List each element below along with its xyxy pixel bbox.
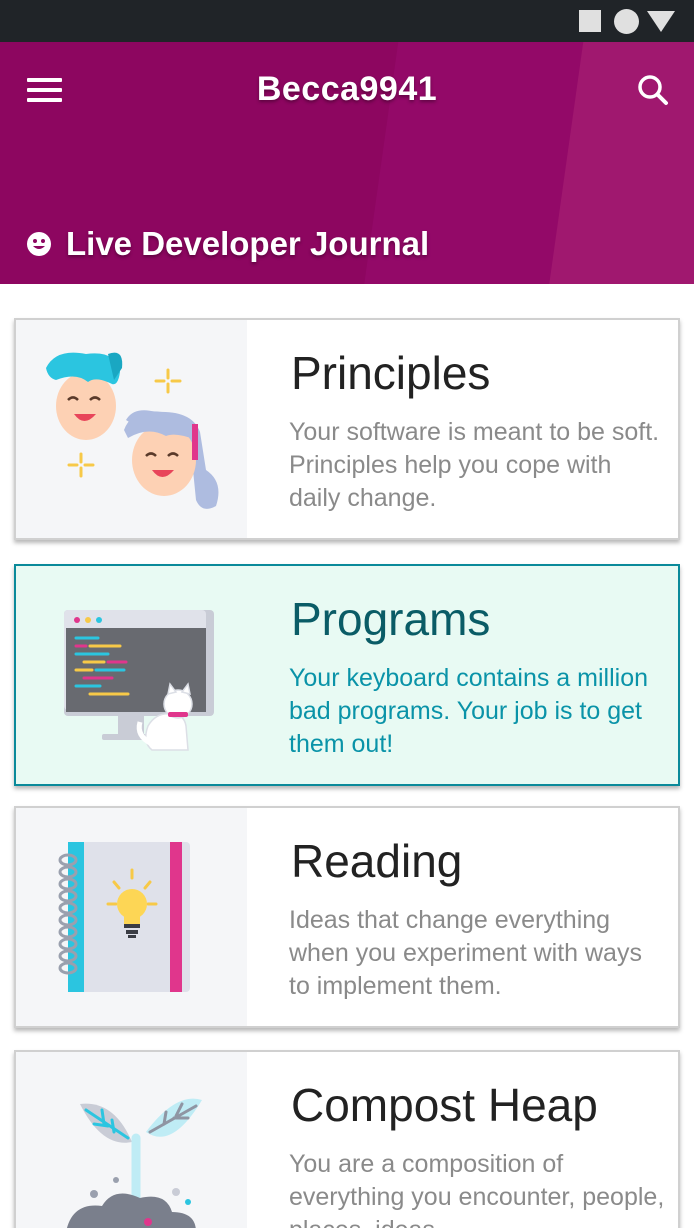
- card-title: Compost Heap: [291, 1079, 598, 1131]
- triangle-icon: [647, 11, 675, 32]
- app-bar: Becca9941 Live Developer Journal: [0, 42, 694, 284]
- card-thumbnail: [16, 1052, 247, 1228]
- sprout-illustration: [67, 1098, 202, 1228]
- circle-icon: [614, 9, 639, 34]
- status-bar: [0, 0, 694, 42]
- card-description: You are a composition of everything you …: [289, 1150, 665, 1228]
- smiley-icon: [27, 232, 51, 256]
- card-thumbnail: [16, 320, 247, 538]
- journal-title: Live Developer Journal: [66, 225, 430, 262]
- card-reading[interactable]: Reading Ideas that change everything whe…: [14, 806, 680, 1028]
- journal-heading: Live Developer Journal: [26, 222, 429, 266]
- card-title: Programs: [291, 593, 491, 645]
- card-description: Ideas that change everything when you ex…: [289, 906, 642, 1000]
- card-description: Your keyboard contains a million bad pro…: [289, 664, 649, 758]
- card-thumbnail: [16, 808, 247, 1026]
- search-icon[interactable]: [630, 68, 676, 114]
- stop-icon: [579, 10, 601, 32]
- card-title: Reading: [291, 835, 463, 887]
- card-title: Principles: [291, 347, 491, 399]
- computer-cat-illustration: [64, 610, 214, 751]
- card-description: Your software is meant to be soft. Princ…: [289, 418, 660, 512]
- notebook-lightbulb-illustration: [58, 842, 190, 992]
- card-thumbnail: [16, 566, 247, 784]
- card-principles[interactable]: Principles Your software is meant to be …: [14, 318, 680, 540]
- app-title: Becca9941: [256, 70, 438, 108]
- card-compost-heap[interactable]: Compost Heap You are a composition of ev…: [14, 1050, 680, 1228]
- card-programs[interactable]: Programs Your keyboard contains a millio…: [14, 564, 680, 786]
- two-faces-illustration: [46, 352, 219, 509]
